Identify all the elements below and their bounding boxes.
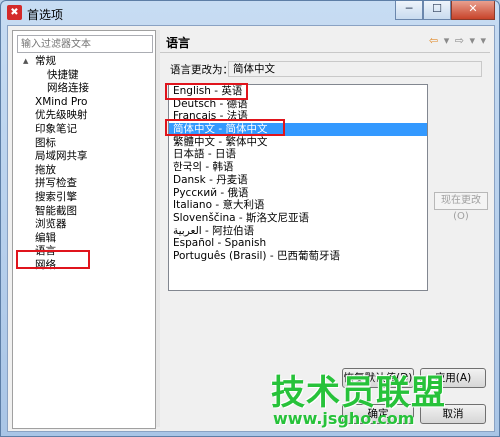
- forward-menu-chevron-icon[interactable]: ▾: [469, 34, 475, 47]
- language-option[interactable]: Slovenščina - 斯洛文尼亚语: [169, 212, 427, 225]
- maximize-button[interactable]: ☐: [423, 1, 451, 20]
- tree-item-label: 网络: [35, 258, 56, 271]
- language-option[interactable]: English - 英语: [169, 85, 427, 98]
- cancel-button[interactable]: 取消: [420, 404, 486, 424]
- tree-item-label: 快捷键: [47, 68, 79, 81]
- language-option[interactable]: العربية - 阿拉伯语: [169, 225, 427, 238]
- page-header: 语言 ⇦ ▾ ⇨ ▾ ▾: [160, 30, 490, 53]
- ok-button[interactable]: 确定: [342, 404, 414, 424]
- back-menu-chevron-icon[interactable]: ▾: [444, 34, 450, 47]
- tree-item-label: 印象笔记: [35, 122, 77, 135]
- tree-item-label: 浏览器: [35, 218, 67, 231]
- apply-button[interactable]: 应用(A): [420, 368, 486, 388]
- preferences-window: ✖ 首选项 ─ ☐ ✕ ▲ 常规快捷键网络连接XMind Pro优先级映射印象笔记…: [0, 0, 500, 437]
- language-option[interactable]: Italiano - 意大利语: [169, 199, 427, 212]
- tree-item[interactable]: 快捷键: [13, 69, 155, 83]
- language-option[interactable]: 简体中文 - 简体中文: [169, 123, 427, 136]
- language-option[interactable]: 繁體中文 - 繁体中文: [169, 136, 427, 149]
- tree-item[interactable]: 编辑: [13, 232, 155, 246]
- minimize-button[interactable]: ─: [395, 1, 423, 20]
- window-title: 首选项: [27, 8, 64, 22]
- language-option[interactable]: Deutsch - 德语: [169, 98, 427, 111]
- dialog-body: ▲ 常规快捷键网络连接XMind Pro优先级映射印象笔记图标局域网共享拖放拼写检…: [7, 25, 495, 432]
- tree-item[interactable]: ▲ 常规: [13, 55, 155, 69]
- tree-item[interactable]: 图标: [13, 137, 155, 151]
- tree-item[interactable]: 网络连接: [13, 82, 155, 96]
- page-title: 语言: [166, 36, 191, 50]
- view-menu-chevron-icon[interactable]: ▾: [480, 34, 486, 47]
- tree-item[interactable]: 智能截图: [13, 205, 155, 219]
- tree-item[interactable]: 拖放: [13, 164, 155, 178]
- tree-item-label: XMind Pro: [35, 95, 88, 108]
- language-option[interactable]: Русский - 俄语: [169, 187, 427, 200]
- tree-item-label: 图标: [35, 136, 56, 149]
- language-option[interactable]: Português (Brasil) - 巴西葡萄牙语: [169, 250, 427, 263]
- language-option[interactable]: Dansk - 丹麦语: [169, 174, 427, 187]
- language-option[interactable]: Español - Spanish: [169, 237, 427, 250]
- tree-item[interactable]: 搜索引擎: [13, 191, 155, 205]
- app-icon: ✖: [7, 5, 22, 20]
- language-option[interactable]: Français - 法语: [169, 110, 427, 123]
- restore-defaults-button[interactable]: 恢复默认值(D): [342, 368, 414, 388]
- tree-item-label: 语言: [35, 245, 56, 258]
- tree-item-label: 拖放: [35, 163, 56, 176]
- tree-item-label: 网络连接: [47, 82, 89, 95]
- language-list[interactable]: English - 英语 Deutsch - 德语 Français - 法语 简体中…: [168, 84, 428, 291]
- tree-item[interactable]: 浏览器: [13, 218, 155, 232]
- close-button[interactable]: ✕: [451, 1, 495, 20]
- window-controls: ─ ☐ ✕: [395, 1, 495, 20]
- expand-triangle-icon[interactable]: ▲: [23, 55, 28, 69]
- forward-arrow-icon[interactable]: ⇨: [455, 34, 464, 47]
- page-navigation: ⇦ ▾ ⇨ ▾ ▾: [427, 34, 486, 47]
- tree-item-label: 优先级映射: [35, 109, 88, 122]
- tree-item[interactable]: 网络: [13, 259, 155, 273]
- tree-item-label: 拼写检查: [35, 177, 77, 190]
- preferences-tree-panel: ▲ 常规快捷键网络连接XMind Pro优先级映射印象笔记图标局域网共享拖放拼写检…: [12, 30, 156, 429]
- filter-input[interactable]: [17, 35, 153, 53]
- tree-item[interactable]: XMind Pro: [13, 96, 155, 110]
- tree-item-label: 搜索引擎: [35, 190, 77, 203]
- tree-item[interactable]: 拼写检查: [13, 177, 155, 191]
- language-option[interactable]: 日本語 - 日语: [169, 148, 427, 161]
- tree-item-label: 智能截图: [35, 204, 77, 217]
- tree-item[interactable]: 局域网共享: [13, 150, 155, 164]
- back-arrow-icon[interactable]: ⇦: [429, 34, 438, 47]
- tree-item[interactable]: 语言: [13, 245, 155, 259]
- title-bar[interactable]: ✖ 首选项 ─ ☐ ✕: [1, 1, 499, 25]
- tree-item-label: 局域网共享: [35, 150, 88, 163]
- tree-item-label: 常规: [35, 55, 56, 67]
- preferences-tree: ▲ 常规 快捷键 网络连接 XMind Pro 优先级映射 印象笔记 图标 局域网共享 拖放 拼写检…: [13, 55, 155, 273]
- apply-now-button[interactable]: 现在更改(O): [434, 192, 488, 222]
- tree-item-label: 编辑: [35, 231, 56, 244]
- tree-item[interactable]: 优先级映射: [13, 109, 155, 123]
- tree-item[interactable]: 印象笔记: [13, 123, 155, 137]
- change-language-label: 语言更改为：: [170, 64, 233, 76]
- language-option[interactable]: 한국의 - 韩语: [169, 161, 427, 174]
- current-language-field: 简体中文: [228, 61, 482, 77]
